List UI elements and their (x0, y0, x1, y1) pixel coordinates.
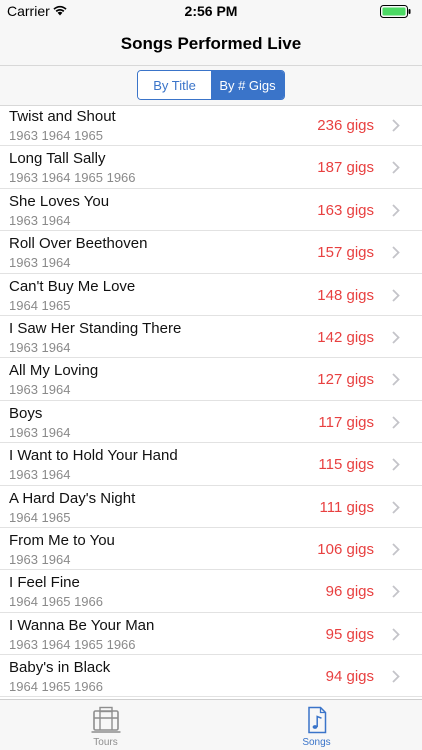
song-years: 1964 1965 (9, 297, 71, 313)
chevron-right-icon (392, 670, 400, 683)
segment-by-title[interactable]: By Title (138, 71, 211, 99)
segment-by-gigs[interactable]: By # Gigs (211, 71, 284, 99)
table-row[interactable]: I Saw Her Standing There 1963 1964 142 g… (0, 316, 422, 359)
chevron-right-icon (392, 500, 400, 514)
song-gig-count: 94 gigs (325, 668, 374, 686)
song-title: Roll Over Beethoven (9, 235, 148, 253)
song-gig-count: 111 gigs (319, 498, 375, 516)
song-years: 1963 1964 (9, 467, 71, 483)
page-title: Songs Performed Live (120, 34, 302, 53)
tab-tours[interactable]: Tours (0, 700, 211, 750)
song-gig-count: 157 gigs (317, 244, 374, 262)
song-title: I Want to Hold Your Hand (9, 447, 178, 465)
navigation-bar: Songs Performed Live (0, 22, 422, 66)
song-gig-count: 148 gigs (317, 286, 374, 304)
table-row[interactable]: I Feel Fine 1964 1965 1966 96 gigs (0, 570, 422, 613)
song-gig-count: 163 gigs (317, 201, 374, 219)
table-row[interactable]: Baby's in Black 1964 1965 1966 94 gigs (0, 655, 422, 698)
songs-list: Twist and Shout 1963 1964 1965 236 gigs … (0, 104, 422, 698)
chevron-right-icon (392, 628, 400, 641)
song-title: Twist and Shout (9, 108, 116, 125)
song-title: I Feel Fine (9, 574, 80, 592)
chevron-right-icon (392, 585, 400, 598)
song-years: 1963 1964 1965 (9, 128, 103, 143)
music-note-icon (307, 706, 326, 734)
song-title: All My Loving (9, 362, 99, 380)
song-gig-count: 95 gigs (325, 625, 374, 643)
table-row[interactable]: I Wanna Be Your Man 1963 1964 1965 1966 … (0, 613, 422, 656)
song-title: I Wanna Be Your Man (9, 616, 155, 634)
song-gig-count: 127 gigs (317, 371, 374, 389)
table-row[interactable]: Long Tall Sally 1963 1964 1965 1966 187 … (0, 146, 422, 189)
song-years: 1964 1965 1966 (9, 679, 103, 695)
chevron-right-icon (392, 458, 400, 471)
tab-bar: Tours Songs (0, 699, 422, 750)
song-title: Long Tall Sally (9, 150, 106, 168)
chevron-right-icon (392, 204, 400, 217)
song-gig-count: 96 gigs (325, 583, 374, 601)
tours-icon (91, 706, 120, 733)
song-title: Can't Buy Me Love (9, 277, 136, 295)
chevron-right-icon (392, 288, 400, 302)
song-title: She Loves You (9, 192, 110, 210)
song-title: A Hard Day's Night (9, 489, 136, 507)
song-gig-count: 187 gigs (317, 159, 374, 177)
tab-tours-label: Tours (93, 737, 118, 748)
song-title: Boys (9, 404, 43, 422)
tab-songs[interactable]: Songs (211, 700, 422, 750)
table-row[interactable]: Roll Over Beethoven 1963 1964 157 gigs (0, 231, 422, 274)
chevron-right-icon (392, 119, 400, 132)
song-years: 1964 1965 1966 (9, 594, 103, 610)
chevron-right-icon (392, 416, 400, 429)
tab-songs-label: Songs (302, 737, 331, 748)
table-row[interactable]: Can't Buy Me Love 1964 1965 148 gigs (0, 274, 422, 316)
song-gig-count: 115 gigs (318, 456, 374, 474)
song-gig-count: 142 gigs (317, 328, 374, 346)
table-row[interactable]: From Me to You 1963 1964 106 gigs (0, 528, 422, 571)
battery-icon (380, 5, 411, 18)
status-bar: Carrier 2:56 PM (0, 0, 422, 22)
song-years: 1963 1964 (9, 212, 71, 228)
table-row[interactable]: Twist and Shout 1963 1964 1965 236 gigs (0, 104, 422, 147)
table-row[interactable]: I Want to Hold Your Hand 1963 1964 115 g… (0, 443, 422, 486)
table-row[interactable]: She Loves You 1963 1964 163 gigs (0, 189, 422, 232)
chevron-right-icon (392, 161, 400, 175)
song-years: 1963 1964 1965 1966 (9, 170, 136, 186)
song-gig-count: 106 gigs (317, 540, 374, 558)
song-gig-count: 117 gigs (318, 413, 374, 431)
song-gig-count: 236 gigs (317, 117, 374, 134)
table-row[interactable]: All My Loving 1963 1964 127 gigs (0, 358, 422, 401)
chevron-right-icon (392, 373, 400, 386)
chevron-right-icon (392, 543, 400, 556)
song-years: 1963 1964 (9, 339, 71, 355)
song-title: I Saw Her Standing There (9, 319, 182, 337)
song-title: Baby's in Black (9, 659, 111, 677)
sort-segmented-control: By Title By # Gigs (137, 70, 285, 100)
song-years: 1963 1964 (9, 551, 71, 567)
chevron-right-icon (392, 246, 400, 259)
table-row[interactable]: Boys 1963 1964 117 gigs (0, 401, 422, 444)
song-years: 1963 1964 1965 1966 (9, 636, 136, 652)
song-years: 1963 1964 (9, 382, 71, 398)
table-row[interactable]: A Hard Day's Night 1964 1965 111 gigs (0, 486, 422, 528)
song-title: From Me to You (9, 531, 115, 549)
status-time: 2:56 PM (184, 3, 238, 19)
chevron-right-icon (392, 331, 400, 344)
sort-control-bar: By Title By # Gigs (0, 66, 422, 106)
song-years: 1964 1965 (9, 509, 71, 525)
song-years: 1963 1964 (9, 255, 71, 271)
song-years: 1963 1964 (9, 424, 71, 440)
